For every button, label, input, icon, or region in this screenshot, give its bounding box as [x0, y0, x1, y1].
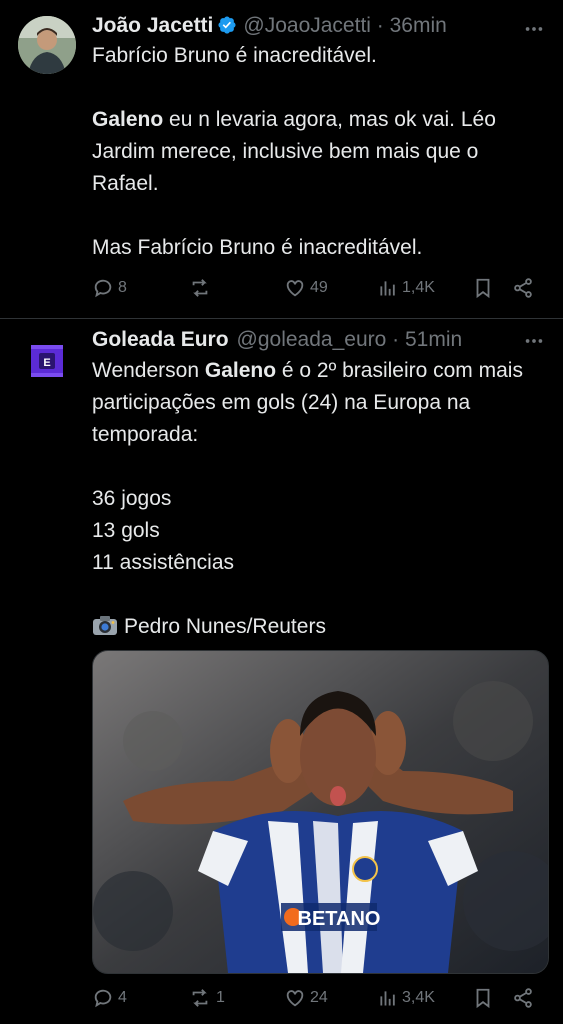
author-handle[interactable]: @JoaoJacetti: [243, 14, 371, 37]
separator: ·: [370, 14, 390, 37]
repost-icon: [192, 989, 208, 1007]
goleada-euro-logo-icon: E: [31, 345, 63, 377]
author-handle[interactable]: @goleada_euro: [237, 328, 387, 351]
bookmark-button[interactable]: [472, 277, 494, 299]
reply-button[interactable]: 8: [92, 277, 127, 299]
bookmark-icon: [476, 278, 490, 299]
tweet-text: Wenderson Galeno é o 2º brasileiro com m…: [92, 355, 545, 643]
like-count: 49: [310, 279, 328, 296]
bold-text: Galeno: [92, 108, 164, 131]
views-count: 3,4K: [402, 989, 435, 1006]
views-icon: [380, 991, 395, 1006]
reply-icon: [94, 279, 112, 298]
reply-count: 8: [118, 279, 127, 296]
share-icon: [514, 278, 532, 298]
camera-icon: [93, 616, 117, 635]
like-icon: [286, 280, 304, 297]
more-options-icon[interactable]: [523, 330, 545, 352]
tweet-header: João Jacetti @JoaoJacetti · 36min: [92, 12, 447, 40]
like-count: 24: [310, 989, 328, 1006]
shirt-sponsor-text: BETANO: [298, 908, 381, 930]
avatar-photo: [18, 16, 76, 74]
repost-count: 1: [216, 989, 225, 1006]
separator: ·: [386, 328, 405, 351]
stat-line: 36 jogos: [92, 487, 172, 510]
share-button[interactable]: [512, 277, 534, 299]
reply-button[interactable]: 4: [92, 987, 127, 1009]
repost-button[interactable]: 1: [188, 987, 225, 1009]
views-count: 1,4K: [402, 279, 435, 296]
timestamp[interactable]: 36min: [390, 14, 447, 37]
tweet-text: Fabrício Bruno é inacreditável. Galeno e…: [92, 40, 545, 264]
stat-line: 13 gols: [92, 519, 160, 542]
player-photo: BETANO: [93, 651, 548, 973]
reply-count: 4: [118, 989, 127, 1006]
repost-button[interactable]: [188, 277, 216, 299]
avatar[interactable]: E: [18, 332, 76, 390]
bold-text: Galeno: [204, 359, 277, 382]
like-button[interactable]: 24: [284, 987, 328, 1009]
stat-line: 11 assistências: [92, 551, 235, 574]
views-button[interactable]: 1,4K: [378, 278, 435, 298]
tweet-image[interactable]: BETANO: [92, 650, 549, 974]
tweet-paragraph: Galeno eu n levaria agora, mas ok vai. L…: [92, 104, 545, 200]
avatar-letter: E: [43, 357, 50, 369]
photo-credit: Pedro Nunes/Reuters: [92, 611, 545, 643]
paragraph-text: Wenderson: [92, 359, 205, 382]
tweet-2[interactable]: E Goleada Euro @goleada_euro · 51min Wend…: [0, 318, 563, 1024]
bookmark-icon: [476, 988, 490, 1009]
author-name[interactable]: Goleada Euro: [92, 328, 229, 351]
author-name[interactable]: João Jacetti: [92, 14, 213, 37]
verified-badge-icon: [218, 16, 236, 34]
photo-credit-text: Pedro Nunes/Reuters: [124, 615, 326, 638]
action-bar: 8 49 1,4K: [92, 276, 549, 300]
tweet-1[interactable]: João Jacetti @JoaoJacetti · 36min Fabríci…: [0, 0, 563, 318]
views-icon: [380, 281, 395, 296]
tweet-paragraph: Wenderson Galeno é o 2º brasileiro com m…: [92, 355, 545, 451]
tweet-paragraph: Fabrício Bruno é inacreditável.: [92, 44, 377, 67]
views-button[interactable]: 3,4K: [378, 988, 435, 1008]
repost-icon: [192, 279, 208, 297]
avatar[interactable]: [18, 16, 76, 74]
timestamp[interactable]: 51min: [405, 328, 462, 351]
share-button[interactable]: [512, 987, 534, 1009]
share-icon: [514, 988, 532, 1008]
action-bar: 4 1 24 3,4K: [92, 986, 549, 1010]
more-options-icon[interactable]: [523, 18, 545, 40]
tweet-header: Goleada Euro @goleada_euro · 51min: [92, 326, 462, 354]
like-button[interactable]: 49: [284, 277, 328, 299]
bookmark-button[interactable]: [472, 987, 494, 1009]
like-icon: [286, 990, 304, 1007]
reply-icon: [94, 989, 112, 1008]
tweet-paragraph: Mas Fabrício Bruno é inacreditável.: [92, 236, 423, 259]
